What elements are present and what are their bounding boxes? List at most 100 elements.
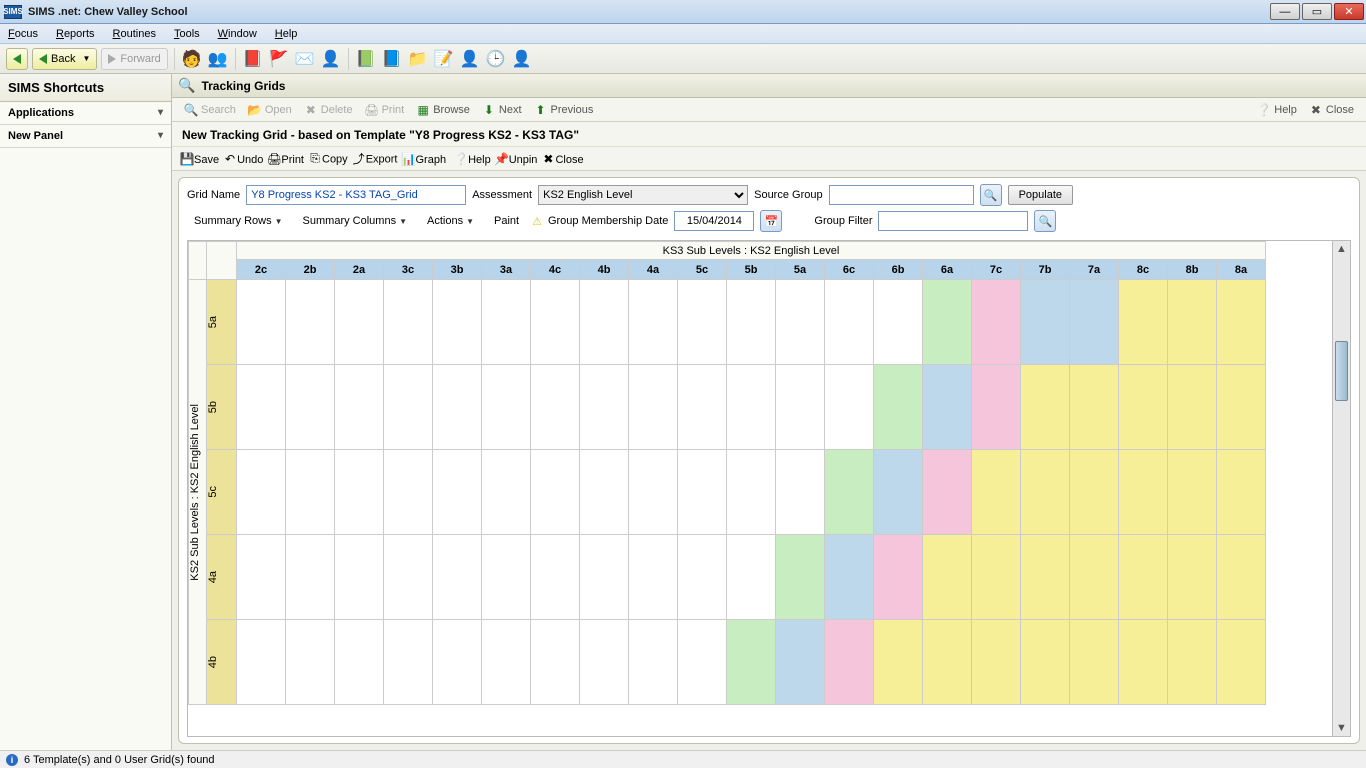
grid-cell[interactable]: [1021, 620, 1070, 705]
menu-routines[interactable]: Routines: [113, 28, 156, 40]
menu-focus[interactable]: Focus: [8, 28, 38, 40]
grid-cell[interactable]: [1217, 535, 1266, 620]
grid-cell[interactable]: [384, 365, 433, 450]
grid-cell[interactable]: [972, 365, 1021, 450]
grid-name-input[interactable]: [246, 185, 466, 205]
export-button[interactable]: ⤴Export: [352, 151, 398, 166]
menu-tools[interactable]: Tools: [174, 28, 200, 40]
grid-cell[interactable]: [678, 365, 727, 450]
grid-cell[interactable]: [1217, 280, 1266, 365]
grid-cell[interactable]: [335, 280, 384, 365]
grid-cell[interactable]: [237, 365, 286, 450]
person-find-icon[interactable]: 👤: [320, 48, 342, 70]
grid-cell[interactable]: [727, 280, 776, 365]
grid-cell[interactable]: [1021, 365, 1070, 450]
grid-cell[interactable]: [1119, 280, 1168, 365]
grid-cell[interactable]: [825, 450, 874, 535]
mail-icon[interactable]: ✉️: [294, 48, 316, 70]
grid-cell[interactable]: [580, 450, 629, 535]
grid-cell[interactable]: [1168, 450, 1217, 535]
graph-button[interactable]: 📊Graph: [401, 152, 446, 166]
grid-cell[interactable]: [531, 450, 580, 535]
grid-cell[interactable]: [874, 365, 923, 450]
assessment-select[interactable]: KS2 English Level: [538, 185, 748, 205]
grid-cell[interactable]: [384, 280, 433, 365]
grid-cell[interactable]: [629, 620, 678, 705]
membership-date-input[interactable]: [674, 211, 754, 231]
back-button[interactable]: Back▼: [32, 48, 97, 70]
grid-cell[interactable]: [286, 450, 335, 535]
doc1-icon[interactable]: 📗: [355, 48, 377, 70]
grid-cell[interactable]: [580, 535, 629, 620]
grid-cell[interactable]: [972, 450, 1021, 535]
grid-cell[interactable]: [1070, 450, 1119, 535]
grid-cell[interactable]: [1021, 280, 1070, 365]
menu-help[interactable]: Help: [275, 28, 298, 40]
grid-cell[interactable]: [825, 365, 874, 450]
menu-window[interactable]: Window: [218, 28, 257, 40]
grid-cell[interactable]: [776, 535, 825, 620]
grid-cell[interactable]: [874, 620, 923, 705]
grid-cell[interactable]: [727, 620, 776, 705]
print2-button[interactable]: 🖨Print: [267, 152, 304, 166]
grid-cell[interactable]: [629, 450, 678, 535]
grid-cell[interactable]: [237, 450, 286, 535]
grid-cell[interactable]: [580, 280, 629, 365]
grid-cell[interactable]: [678, 535, 727, 620]
grid-cell[interactable]: [727, 365, 776, 450]
group-filter-search-button[interactable]: 🔍: [1034, 210, 1056, 232]
grid-cell[interactable]: [678, 280, 727, 365]
vertical-scrollbar[interactable]: ▲ ▼: [1332, 241, 1350, 736]
help2-button[interactable]: ❔Help: [454, 152, 491, 166]
grid-cell[interactable]: [1168, 280, 1217, 365]
grid-cell[interactable]: [874, 280, 923, 365]
grid-cell[interactable]: [1168, 365, 1217, 450]
close-panel-button[interactable]: ✖Close: [1305, 101, 1358, 119]
grid-cell[interactable]: [433, 450, 482, 535]
grid-cell[interactable]: [531, 280, 580, 365]
undo-button[interactable]: ↶Undo: [223, 152, 263, 166]
clock-icon[interactable]: 🕒: [485, 48, 507, 70]
edit-icon[interactable]: 📝: [433, 48, 455, 70]
grid-cell[interactable]: [1021, 450, 1070, 535]
grid-cell[interactable]: [531, 365, 580, 450]
unpin-button[interactable]: 📌Unpin: [495, 152, 538, 166]
grid-cell[interactable]: [1070, 620, 1119, 705]
grid-cell[interactable]: [1119, 535, 1168, 620]
next-button[interactable]: ⬇Next: [478, 101, 526, 119]
grid-cell[interactable]: [335, 535, 384, 620]
grid-cell[interactable]: [1070, 365, 1119, 450]
actions-dropdown[interactable]: Actions▼: [420, 211, 481, 231]
save-button[interactable]: 💾Save: [180, 152, 219, 166]
person2-icon[interactable]: 👤: [459, 48, 481, 70]
grid-cell[interactable]: [629, 535, 678, 620]
grid-cell[interactable]: [580, 620, 629, 705]
maximize-button[interactable]: ▭: [1302, 3, 1332, 20]
grid-cell[interactable]: [776, 365, 825, 450]
grid-cell[interactable]: [482, 450, 531, 535]
grid-cell[interactable]: [286, 280, 335, 365]
back-home-button[interactable]: [6, 48, 28, 70]
source-group-search-button[interactable]: 🔍: [980, 184, 1002, 206]
grid-cell[interactable]: [923, 535, 972, 620]
group-filter-input[interactable]: [878, 211, 1028, 231]
copy-button[interactable]: ⎘Copy: [308, 152, 348, 166]
grid-cell[interactable]: [482, 280, 531, 365]
grid-cell[interactable]: [1168, 620, 1217, 705]
grid-cell[interactable]: [237, 280, 286, 365]
grid-cell[interactable]: [433, 280, 482, 365]
help-button[interactable]: ❔Help: [1253, 101, 1301, 119]
forward-button[interactable]: Forward: [101, 48, 167, 70]
scroll-up-icon[interactable]: ▲: [1333, 241, 1350, 257]
grid-cell[interactable]: [384, 620, 433, 705]
grid-cell[interactable]: [825, 280, 874, 365]
scroll-thumb[interactable]: [1335, 341, 1348, 401]
summary-rows-dropdown[interactable]: Summary Rows▼: [187, 211, 290, 231]
grid-cell[interactable]: [629, 280, 678, 365]
grid-cell[interactable]: [776, 620, 825, 705]
sidebar-item-applications[interactable]: Applications▾: [0, 102, 171, 125]
grid-cell[interactable]: [384, 535, 433, 620]
book-icon[interactable]: 📕: [242, 48, 264, 70]
grid-cell[interactable]: [825, 620, 874, 705]
grid-cell[interactable]: [482, 365, 531, 450]
